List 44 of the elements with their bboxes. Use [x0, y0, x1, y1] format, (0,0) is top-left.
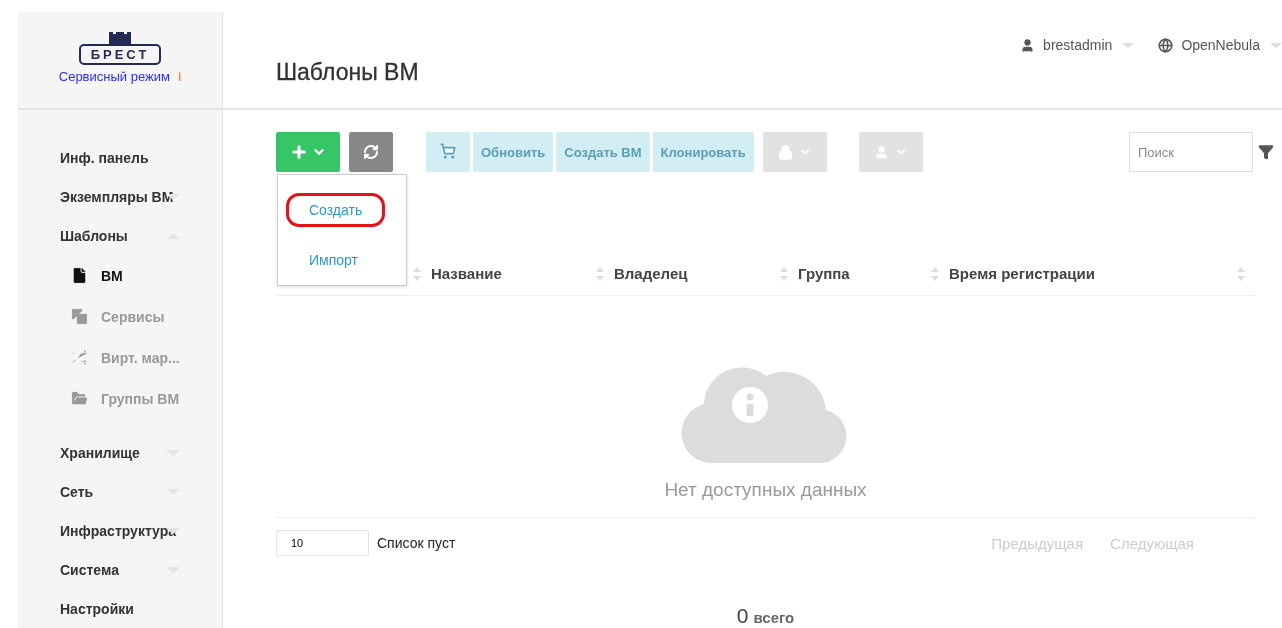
user-icon: [1020, 37, 1036, 53]
page-title: Шаблоны ВМ: [276, 59, 419, 87]
plus-icon: [290, 143, 308, 161]
file-icon: [70, 266, 89, 285]
nav-item[interactable]: Настройки: [60, 589, 200, 628]
owner-button[interactable]: [858, 132, 923, 172]
empty-message: Нет доступных данных: [664, 479, 867, 501]
total-count: 0: [736, 604, 749, 628]
total-label: всего: [753, 609, 795, 626]
lock-icon: [778, 144, 794, 160]
nav-subitem[interactable]: ВМ: [60, 255, 222, 296]
column-header[interactable]: Владелец: [614, 265, 798, 282]
refresh-button[interactable]: [349, 132, 393, 172]
search-field[interactable]: Поиск: [1129, 132, 1253, 172]
user-icon: [874, 144, 890, 160]
sort-icon[interactable]: [413, 266, 421, 281]
nav-item[interactable]: Шаблоны: [60, 216, 200, 255]
folder-icon: [70, 389, 89, 408]
page-size-select[interactable]: 10: [276, 530, 369, 556]
nav-item[interactable]: Хранилище: [60, 433, 200, 472]
nav-item[interactable]: Инф. панель: [60, 138, 200, 177]
refresh-icon: [363, 144, 379, 160]
column-header[interactable]: Название: [431, 265, 614, 282]
table-info: Список пуст: [377, 535, 456, 551]
sort-icon[interactable]: [931, 266, 939, 281]
lock-button[interactable]: [762, 132, 827, 172]
globe-icon: [1158, 37, 1174, 53]
sort-icon[interactable]: [1237, 266, 1245, 281]
column-header[interactable]: Время регистрации: [949, 265, 1255, 282]
sort-icon[interactable]: [596, 266, 604, 281]
castle-icon: [109, 32, 131, 46]
cart-icon: [440, 142, 456, 159]
create-button[interactable]: [276, 132, 340, 172]
zone-menu[interactable]: OpenNebula: [1158, 37, 1282, 53]
nav-item[interactable]: Инфраструктура: [60, 511, 200, 550]
shuffle-icon: [70, 348, 89, 367]
nav-item[interactable]: Сеть: [60, 472, 200, 511]
column-header[interactable]: Группа: [798, 265, 949, 282]
user-menu[interactable]: brestadmin: [1020, 37, 1135, 53]
nav-item[interactable]: Система: [60, 550, 200, 589]
copy-icon: [70, 307, 89, 326]
filter-icon[interactable]: [1258, 144, 1274, 160]
sort-icon[interactable]: [780, 266, 788, 281]
mode-label: Сервисный режим: [58, 69, 170, 84]
